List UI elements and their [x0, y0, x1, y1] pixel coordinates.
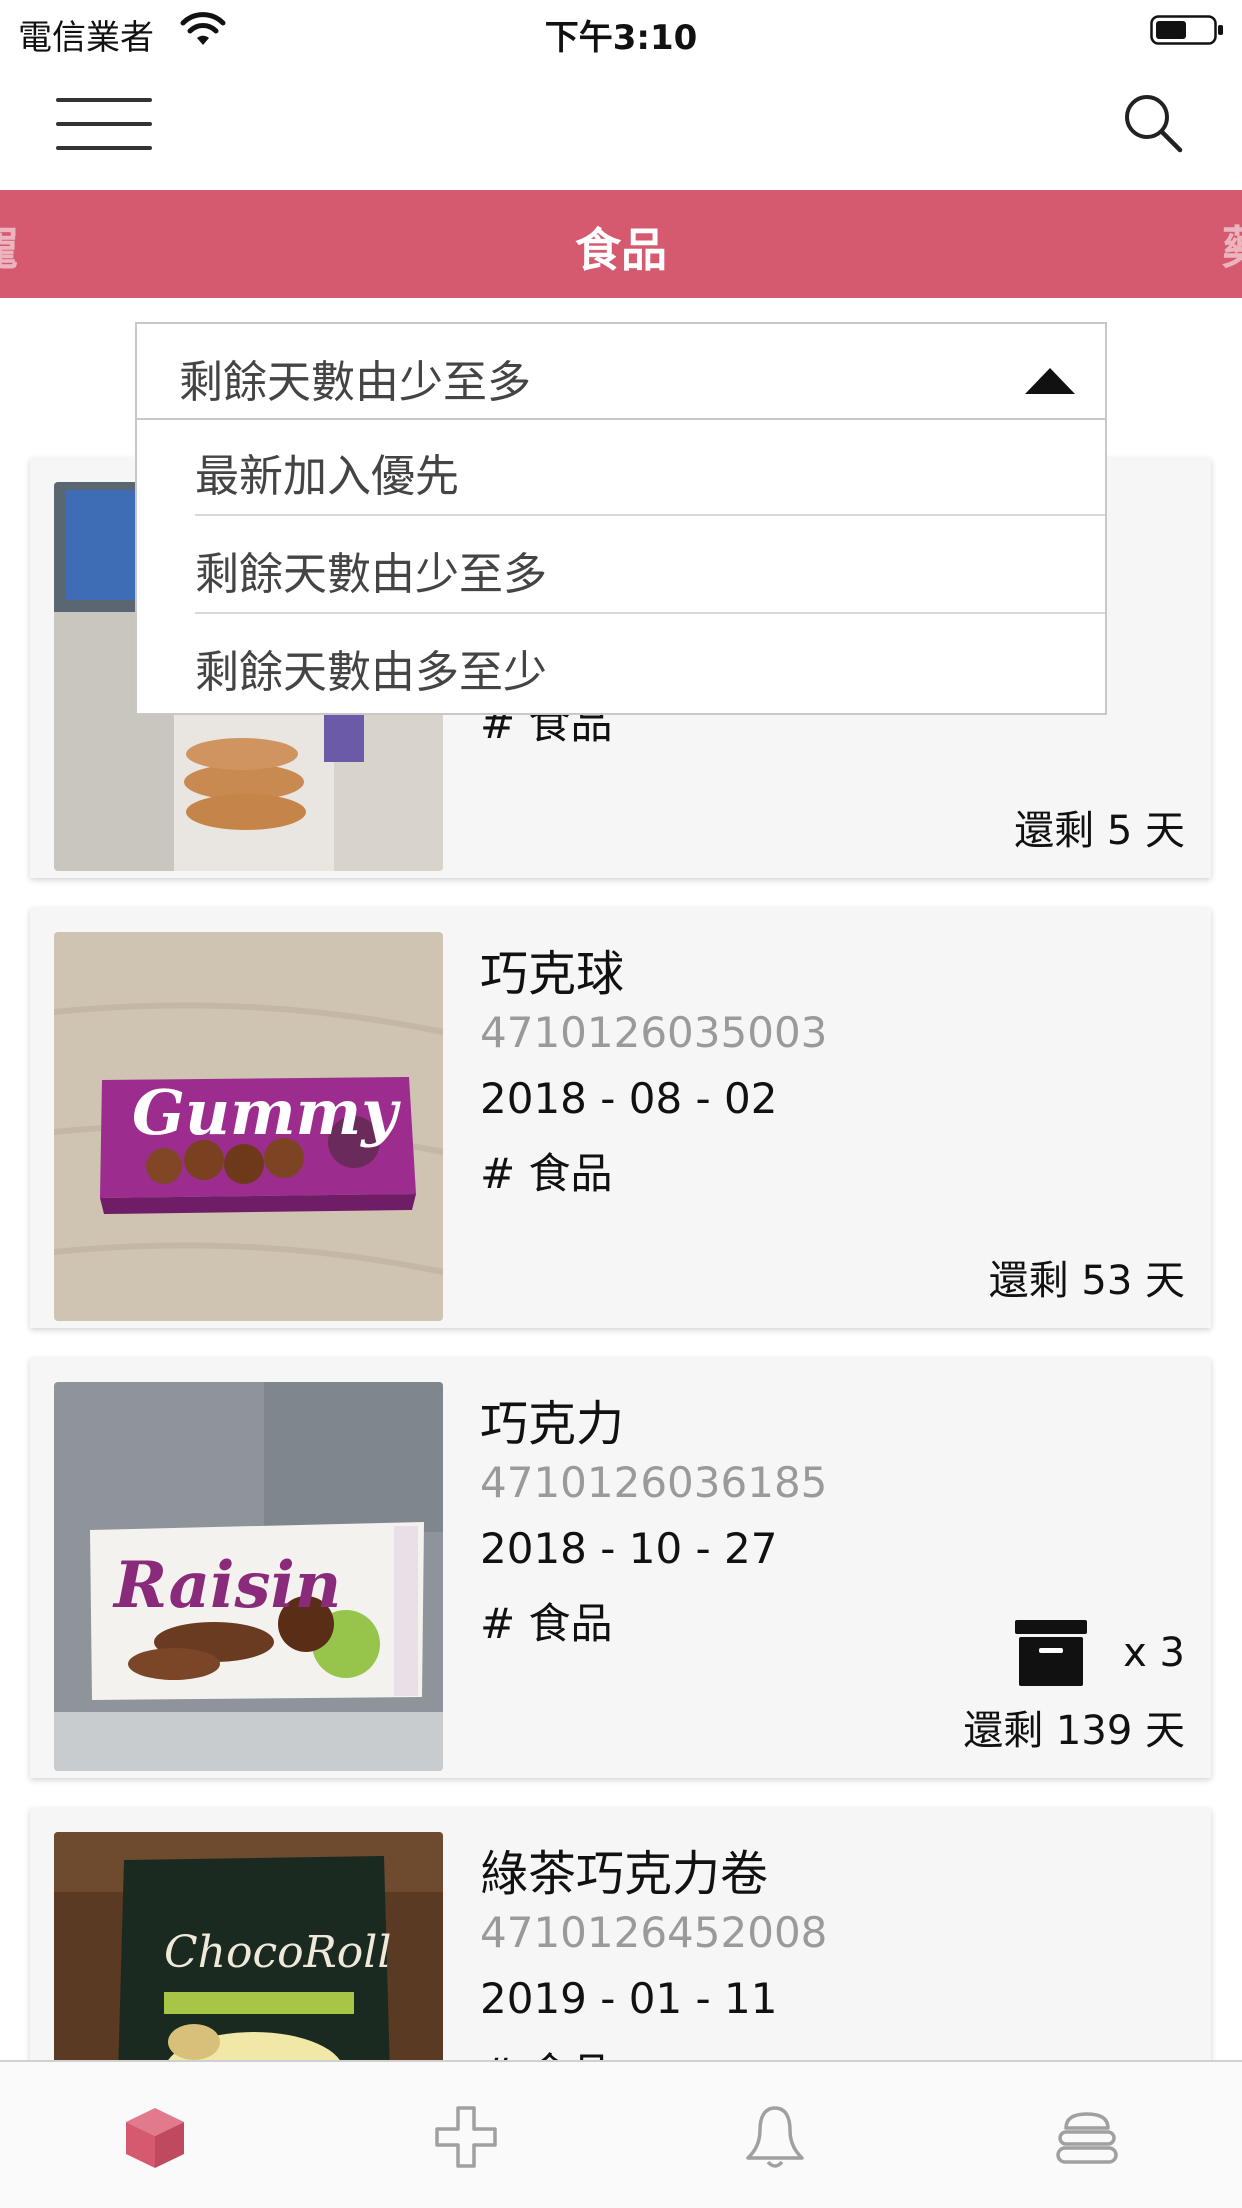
plus-icon[interactable]: [431, 2102, 501, 2172]
chevron-up-icon: [1025, 368, 1075, 394]
expiry-date: 2018 - 10 - 27: [480, 1524, 778, 1573]
expiry-date: 2019 - 01 - 11: [480, 1974, 778, 2023]
product-name: 巧克球: [480, 946, 625, 1002]
category-tab-bar: 寵 食品 藥: [0, 190, 1242, 298]
product-photo: Raisin: [54, 1382, 443, 1771]
bottom-tab-bar: [0, 2060, 1242, 2208]
box-icon[interactable]: [120, 2102, 190, 2172]
clock: 下午3:10: [544, 18, 698, 58]
search-icon[interactable]: [1122, 92, 1184, 154]
product-barcode: 4710126035003: [480, 1008, 828, 1057]
product-photo: Gummy: [54, 932, 443, 1321]
product-tag: # 食品: [480, 1599, 613, 1648]
sort-selected-value: 剩餘天數由少至多: [179, 357, 531, 408]
package-label: Gummy: [132, 1076, 401, 1149]
product-card[interactable]: Raisin 巧克力 4710126036185 2018 - 10 - 27 …: [30, 1358, 1211, 1778]
product-barcode: 4710126036185: [480, 1458, 828, 1507]
top-nav-bar: [0, 62, 1242, 190]
product-name: 巧克力: [480, 1396, 625, 1452]
expiry-date: 2018 - 08 - 02: [480, 1074, 778, 1123]
product-tag: # 食品: [480, 1149, 613, 1198]
layers-icon[interactable]: [1052, 2102, 1122, 2172]
stock-count: x 3: [1123, 1630, 1185, 1676]
days-remaining: 還剩 139 天: [963, 1708, 1185, 1754]
sort-option-newest[interactable]: 最新加入優先: [195, 418, 1105, 516]
battery-icon: [1150, 15, 1223, 45]
stock-indicator: x 3: [1015, 1620, 1185, 1686]
package-label: Raisin: [112, 1548, 341, 1623]
product-card[interactable]: Gummy 巧克球 4710126035003 2018 - 08 - 02 #…: [30, 908, 1211, 1328]
product-name: 綠茶巧克力卷: [480, 1846, 769, 1902]
hamburger-menu-icon[interactable]: [56, 98, 156, 154]
category-tab-active[interactable]: 食品: [0, 214, 1242, 280]
days-remaining: 還剩 53 天: [988, 1258, 1185, 1304]
product-barcode: 4710126452008: [480, 1908, 828, 1957]
archive-box-icon: [1015, 1620, 1087, 1686]
days-remaining: 還剩 5 天: [1014, 808, 1185, 854]
sort-dropdown: 最新加入優先 剩餘天數由少至多 剩餘天數由多至少: [135, 418, 1107, 715]
sort-select[interactable]: 剩餘天數由少至多: [135, 322, 1107, 420]
category-tab-next[interactable]: 藥: [1222, 212, 1242, 278]
sort-option-days-ascending[interactable]: 剩餘天數由少至多: [195, 516, 1105, 614]
package-label: ChocoRoll: [164, 1927, 391, 1978]
bell-icon[interactable]: [740, 2102, 810, 2172]
status-bar: 電信業者 下午3:10: [0, 0, 1242, 62]
sort-option-days-descending[interactable]: 剩餘天數由多至少: [195, 614, 1105, 712]
